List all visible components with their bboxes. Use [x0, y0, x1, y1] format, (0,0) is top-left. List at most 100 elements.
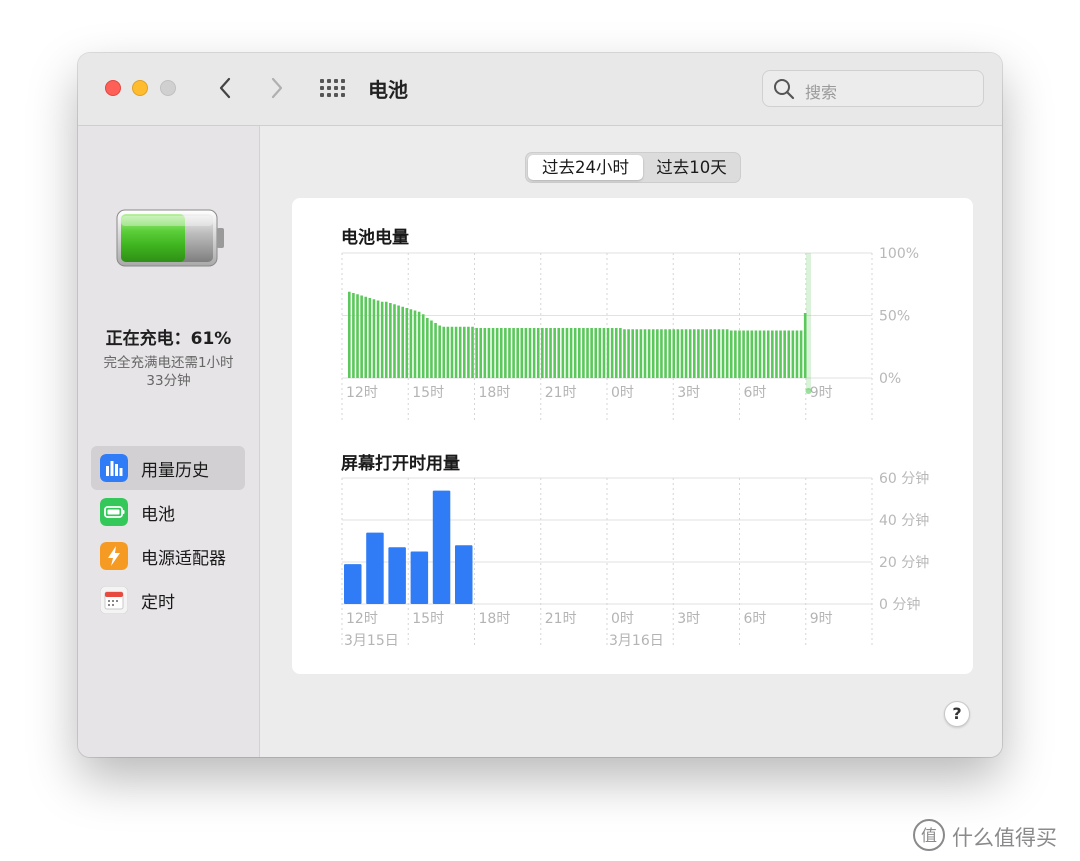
battery-level-bar	[524, 328, 528, 378]
search-field[interactable]: 搜索	[762, 70, 984, 107]
svg-text:值: 值	[921, 826, 937, 845]
battery-level-bar	[791, 330, 795, 378]
screen-usage-bar	[410, 551, 429, 604]
battery-level-bar	[758, 330, 762, 378]
current-time-dot	[805, 388, 812, 394]
battery-level-bar	[590, 328, 593, 378]
chevron-right-icon	[271, 77, 283, 99]
battery-level-bar	[434, 323, 437, 378]
battery-level-bar	[479, 328, 483, 378]
battery-level-bar	[602, 328, 606, 378]
screen-usage-bar	[455, 545, 473, 604]
battery-level-bar	[734, 330, 737, 378]
battery-level-bar	[541, 328, 544, 378]
battery-level-bar	[360, 295, 363, 378]
battery-level-bar	[495, 328, 499, 378]
sidebar-item-usage-history[interactable]: 用量历史	[91, 446, 245, 490]
battery-level-bar	[393, 304, 396, 378]
usage-charts-card: 电池电量 屏幕打开时用量 100% 50% 0% 12时 15时 18时 21时 0时 3时 6时…	[292, 198, 973, 674]
battery-level-bar	[384, 301, 388, 378]
battery-level-bar	[779, 330, 782, 378]
battery-level-bar	[582, 328, 585, 378]
forward-button[interactable]	[264, 75, 288, 101]
usage-history-icon	[100, 454, 128, 482]
battery-level-bar	[651, 329, 655, 378]
x-tick-label: 12时	[346, 611, 378, 627]
sidebar: 正在充电：61% 完全充满电还需1小时 33分钟 用量历史 电池 电源适配器 定…	[78, 126, 260, 757]
battery-level-bar	[635, 329, 639, 378]
minimize-window-button[interactable]	[132, 80, 148, 96]
battery-level-bar	[787, 330, 791, 378]
date-label: 3月15日	[344, 633, 399, 649]
zoom-window-button[interactable]	[160, 80, 176, 96]
help-button[interactable]: ?	[944, 701, 970, 727]
battery-level-bar	[660, 329, 663, 378]
back-button[interactable]	[214, 75, 238, 101]
battery-level-bar	[463, 326, 466, 378]
battery-level-bar	[380, 301, 384, 378]
close-window-button[interactable]	[105, 80, 121, 96]
battery-level-bar	[405, 308, 409, 378]
x-tick-label: 12时	[346, 385, 378, 401]
battery-level-bar	[499, 328, 503, 378]
battery-level-bar	[742, 330, 745, 378]
battery-level-bar	[471, 326, 474, 378]
sidebar-item-battery[interactable]: 电池	[91, 490, 245, 534]
battery-level-bar	[639, 329, 643, 378]
battery-level-bar	[799, 330, 803, 378]
battery-level-bar	[516, 328, 519, 378]
battery-level-bar	[688, 329, 692, 378]
battery-level-bar	[643, 329, 647, 378]
battery-level-bar	[401, 306, 404, 378]
battery-level-bar	[376, 300, 380, 378]
search-icon	[774, 79, 795, 100]
sidebar-item-schedule[interactable]: 定时	[91, 578, 245, 622]
battery-level-bar	[557, 328, 561, 378]
show-all-button[interactable]	[320, 79, 348, 97]
battery-level-bar	[446, 326, 450, 378]
battery-level-bar	[725, 329, 729, 378]
battery-level-bar	[762, 330, 766, 378]
x-tick-label: 9时	[810, 385, 833, 401]
battery-level-bar	[746, 330, 749, 378]
screen-usage-bar	[366, 532, 384, 604]
battery-level-bar	[368, 298, 372, 378]
battery-level-bar	[520, 328, 524, 378]
battery-settings-window: 电池 搜索 正在充电：61% 完全充满电还需1小时 33分钟 用量历史 电池 电…	[78, 53, 1002, 757]
screen-usage-bar	[388, 547, 406, 604]
battery-level-bar	[795, 330, 799, 378]
window-title: 电池	[368, 78, 408, 102]
battery-level-bar	[467, 326, 470, 378]
x-tick-label: 3时	[677, 611, 700, 627]
y-tick-label: 0 分钟	[879, 596, 920, 613]
battery-level-bar	[565, 328, 569, 378]
chevron-left-icon	[219, 77, 231, 99]
sidebar-item-power-adapter[interactable]: 电源适配器	[91, 534, 245, 578]
grid-icon	[320, 79, 345, 97]
battery-level-bar	[668, 329, 671, 378]
usage-charts: 100% 50% 0% 12时 15时 18时 21时 0时 3时 6时 9时 60 分钟 40 分钟 2…	[341, 246, 929, 649]
tab-last-10-days[interactable]: 过去10天	[645, 155, 738, 180]
battery-level-bar	[721, 329, 725, 378]
date-label: 3月16日	[609, 633, 664, 649]
battery-level-bar	[656, 329, 659, 378]
time-range-segmented-control[interactable]: 过去24小时 过去10天	[525, 152, 741, 183]
battery-level-bar	[647, 329, 651, 378]
sidebar-item-label: 电池	[141, 505, 175, 525]
x-tick-label: 21时	[545, 611, 577, 627]
battery-level-bar	[783, 330, 786, 378]
battery-level-bar	[438, 325, 441, 378]
schedule-calendar-icon	[100, 586, 128, 614]
tab-last-24-hours[interactable]: 过去24小时	[528, 155, 643, 180]
x-tick-label: 0时	[611, 385, 634, 401]
battery-level-bar	[606, 328, 610, 378]
x-tick-label: 6时	[744, 611, 767, 627]
screen-usage-bar	[432, 490, 451, 604]
sidebar-item-label: 用量历史	[141, 461, 209, 481]
battery-level-bar	[693, 329, 696, 378]
power-adapter-icon	[100, 542, 128, 570]
battery-level-bar	[594, 328, 598, 378]
battery-level-bar	[586, 328, 589, 378]
battery-level-bar	[771, 330, 774, 378]
battery-level-bar	[549, 328, 552, 378]
